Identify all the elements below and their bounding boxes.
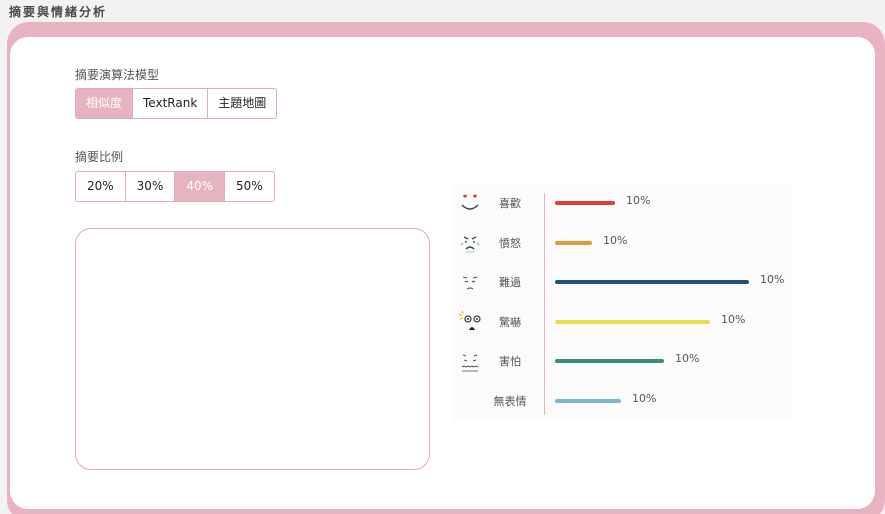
algorithm-selector: 相似度 TextRank 主題地圖	[75, 88, 278, 119]
emotion-label: 害怕	[499, 355, 521, 368]
shocked-face-icon	[458, 310, 482, 334]
emotion-percent-label: 10%	[675, 352, 700, 365]
scared-face-icon	[458, 349, 482, 373]
ratio-option-50[interactable]: 50%	[225, 172, 274, 201]
emotion-percent-label: 10%	[721, 313, 746, 326]
ratio-label: 摘要比例	[75, 150, 124, 164]
algorithm-option-similarity[interactable]: 相似度	[76, 89, 134, 118]
emotion-percent-label: 10%	[603, 234, 628, 247]
angry-face-icon	[458, 231, 482, 255]
emotion-percent-label: 10%	[626, 194, 651, 207]
emotion-label: 無表情	[493, 395, 527, 408]
emotion-row: 害怕 10%	[452, 347, 792, 375]
emotion-row: 喜歡 10%	[452, 189, 792, 217]
sad-face-icon	[458, 270, 482, 294]
emotion-bar	[555, 399, 621, 403]
emotion-axis-line	[544, 193, 545, 415]
summary-output-box[interactable]	[75, 228, 430, 470]
emotion-label: 難過	[499, 276, 521, 289]
emotion-bar	[555, 359, 664, 363]
emotion-bar	[555, 241, 592, 245]
emotion-chart: 喜歡 10% 憤怒 10% 難過 10% 驚嚇 10% 害怕 10% 無表情 10%	[452, 185, 792, 421]
emotion-percent-label: 10%	[632, 392, 657, 405]
emotion-bar	[555, 201, 615, 205]
ratio-option-40[interactable]: 40%	[175, 172, 226, 201]
emotion-percent-label: 10%	[760, 273, 785, 286]
emotion-label: 喜歡	[499, 197, 521, 210]
algorithm-label: 摘要演算法模型	[75, 68, 160, 82]
algorithm-option-textrank[interactable]: TextRank	[133, 89, 209, 118]
ratio-option-20[interactable]: 20%	[76, 172, 126, 201]
page-title: 摘要與情緒分析	[9, 5, 108, 19]
emotion-bar	[555, 320, 710, 324]
emotion-row: 驚嚇 10%	[452, 308, 792, 336]
heart-eyes-face-icon	[458, 191, 482, 215]
algorithm-option-topic-map[interactable]: 主題地圖	[208, 89, 276, 118]
emotion-row: 難過 10%	[452, 268, 792, 296]
emotion-bar	[555, 280, 749, 284]
emotion-label: 驚嚇	[499, 316, 521, 329]
emotion-row: 憤怒 10%	[452, 229, 792, 257]
emotion-label: 憤怒	[499, 237, 521, 250]
ratio-selector: 20% 30% 40% 50%	[75, 171, 275, 202]
emotion-row: 無表情 10%	[452, 387, 792, 415]
ratio-option-30[interactable]: 30%	[126, 172, 176, 201]
